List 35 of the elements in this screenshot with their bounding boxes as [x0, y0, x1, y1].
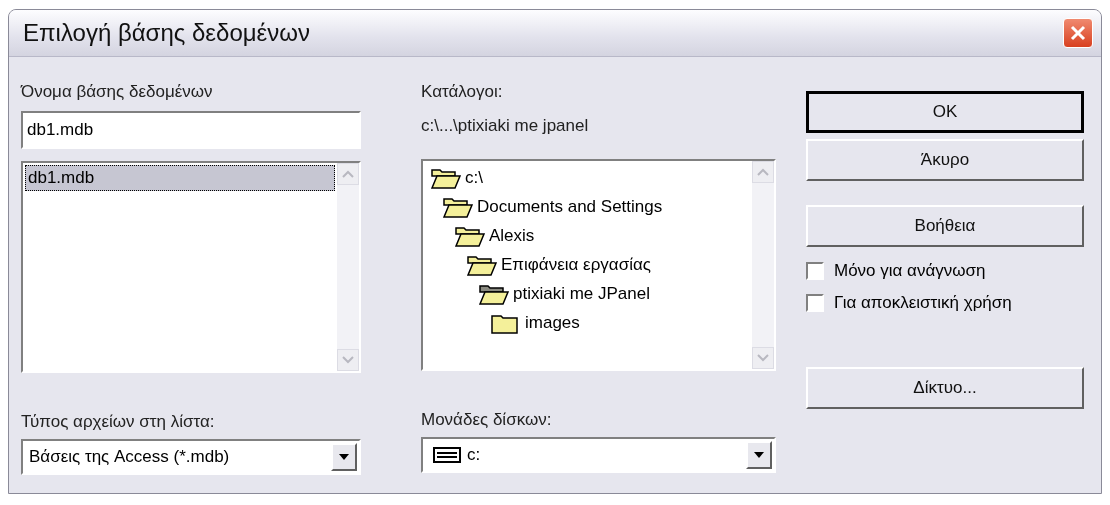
file-item[interactable]: db1.mdb — [25, 165, 335, 191]
drive-icon — [433, 447, 461, 463]
drives-dropdown[interactable]: c: — [421, 437, 776, 473]
checkbox[interactable] — [806, 262, 824, 280]
scrollbar[interactable] — [337, 163, 359, 371]
folder-item[interactable]: Alexis — [489, 225, 535, 246]
folder-item[interactable]: images — [525, 312, 580, 333]
window-title: Επιλογή βάσης δεδομένων — [23, 19, 310, 47]
directory-tree[interactable]: c:\ Documents and Settings Alexis Επιφάνεια εργασίας ptixiaki me JPanel images — [421, 159, 776, 371]
dialog-button[interactable]: OK — [806, 91, 1084, 133]
folder-item[interactable]: c:\ — [465, 167, 483, 188]
checkbox-label: Για αποκλειστική χρήση — [834, 293, 1012, 313]
folder-item[interactable]: ptixiaki me JPanel — [513, 283, 650, 304]
scrollbar[interactable] — [752, 161, 774, 369]
close-icon — [1069, 24, 1087, 42]
directories-label: Κατάλογοι: — [421, 81, 504, 103]
scroll-down-icon[interactable] — [757, 354, 769, 362]
close-button[interactable] — [1063, 18, 1093, 48]
scroll-up-icon[interactable] — [342, 170, 354, 178]
checkbox-label: Μόνο για ανάγνωση — [834, 261, 986, 281]
file-list[interactable]: db1.mdb — [21, 161, 361, 373]
file-type-label: Τύπος αρχείων στη λίστα: — [21, 411, 216, 433]
directory-path: c:\...\ptixiaki me jpanel — [421, 115, 590, 137]
scroll-up-icon[interactable] — [757, 168, 769, 176]
checkbox[interactable] — [806, 294, 824, 312]
file-type-dropdown[interactable]: Βάσεις της Access (*.mdb) — [21, 439, 361, 475]
database-name-label: Όνομα βάσης δεδομένων — [21, 81, 214, 103]
network-button[interactable]: Δίκτυο... — [806, 367, 1084, 409]
folder-item[interactable]: Επιφάνεια εργασίας — [501, 254, 651, 275]
database-name-field[interactable]: db1.mdb — [21, 111, 361, 149]
drives-label: Μονάδες δίσκων: — [421, 409, 553, 431]
scroll-down-icon[interactable] — [342, 356, 354, 364]
dialog-button[interactable]: Βοήθεια — [806, 205, 1084, 247]
folder-item[interactable]: Documents and Settings — [477, 196, 663, 217]
dialog-button[interactable]: Άκυρο — [806, 139, 1084, 181]
